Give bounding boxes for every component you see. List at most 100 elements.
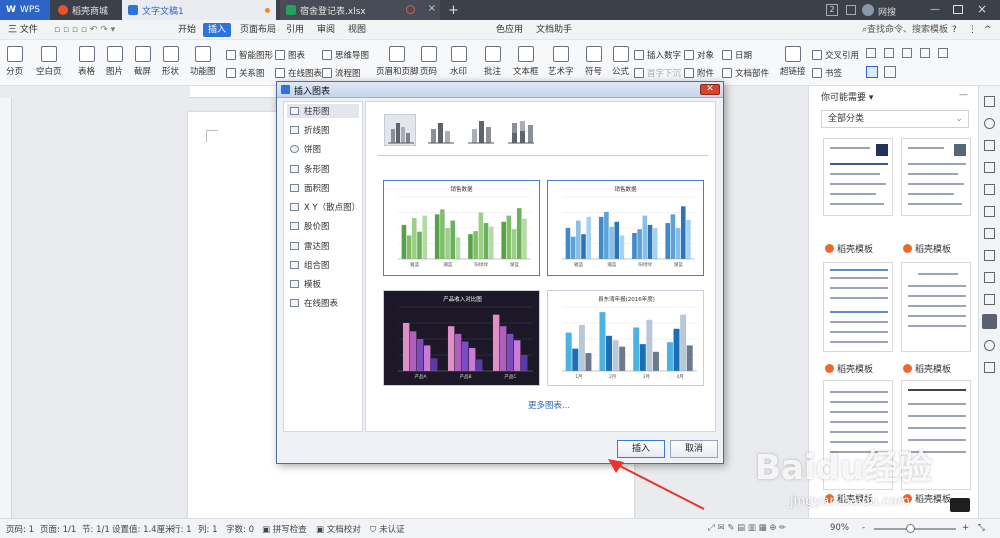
status-setting[interactable]: 设置值: 1.4厘米 (112, 523, 174, 535)
category-bar[interactable]: 条形图 (287, 162, 359, 176)
status-section[interactable]: 节: 1/1 (82, 523, 110, 535)
cert-status[interactable]: ⛉ 未认证 (370, 523, 405, 535)
template-label-2[interactable]: 稻壳模板 (903, 242, 951, 255)
tab-dorm-register[interactable]: 宿舍登记表.xlsx × (280, 0, 440, 20)
layout-b-icon[interactable] (884, 66, 896, 78)
category-radar[interactable]: 雷达图 (287, 239, 359, 253)
template-label-1[interactable]: 稻壳模板 (825, 242, 873, 255)
window-count-badge[interactable]: 2 (826, 4, 838, 16)
menu-start[interactable]: 开始 (178, 23, 196, 37)
properties-icon[interactable] (984, 162, 995, 173)
attachment-button[interactable]: 附件 (684, 67, 714, 79)
drop-cap-button[interactable]: 首字下沉 (634, 67, 681, 79)
vertical-ruler[interactable] (0, 98, 12, 518)
zoom-slider-handle[interactable] (906, 524, 915, 533)
align-icon[interactable] (884, 48, 894, 58)
watermark-button[interactable]: 水印 (450, 46, 467, 77)
menu-doc-assistant[interactable]: 文档助手 (536, 23, 572, 37)
bookmark-button[interactable]: 书签 (812, 67, 842, 79)
toolbar-quick-icons[interactable]: ▫ ▫ ▫ ▫ ↶ ↷ ▾ (54, 23, 115, 37)
limit-icon[interactable] (984, 272, 995, 283)
relation-chart-button[interactable]: 关系图 (226, 67, 265, 79)
blank-page-button[interactable]: 空白页 (36, 46, 62, 77)
status-row[interactable]: 行: 1 (172, 523, 191, 535)
mindmap-button[interactable]: 思维导图 (322, 49, 369, 61)
status-col[interactable]: 列: 1 (198, 523, 217, 535)
menu-view[interactable]: 视图 (348, 23, 366, 37)
doc-parts-button[interactable]: 文档部件 (722, 67, 769, 79)
spellcheck-button[interactable]: ▣ 拼写检查 (262, 523, 307, 535)
grid-icon[interactable] (866, 48, 876, 58)
rotate-icon[interactable] (920, 48, 930, 58)
more-icon[interactable]: ⋮ (968, 23, 977, 37)
category-pie[interactable]: 饼图 (287, 142, 359, 156)
object-button[interactable]: 对象 (684, 49, 714, 61)
zoom-level[interactable]: 90% (830, 523, 849, 533)
chart-thumb-blue[interactable]: 销售数据 雅蓝 瀚蓝 阳绿绿 湖蓝 (547, 180, 704, 276)
category-area[interactable]: 面积图 (287, 181, 359, 195)
template-thumb-3[interactable] (823, 262, 893, 352)
comment-button[interactable]: 批注 (484, 46, 501, 77)
subtype-percent-column[interactable] (464, 114, 496, 146)
function-chart-button[interactable]: 功能图 (190, 46, 216, 77)
menu-review[interactable]: 审阅 (317, 23, 335, 37)
chart-button[interactable]: 图表 (275, 49, 305, 61)
maximize-icon[interactable] (953, 5, 963, 14)
category-template[interactable]: 模板 (287, 277, 359, 291)
category-scatter[interactable]: X Y（散点图） (287, 200, 360, 214)
template-panel-toggle-icon[interactable] (982, 314, 997, 329)
image-icon[interactable] (984, 294, 995, 305)
symbol-button[interactable]: 符号 (585, 46, 602, 77)
paste-icon[interactable] (984, 184, 995, 195)
subtype-3d-column[interactable] (504, 114, 536, 146)
dialog-close-button[interactable]: ✕ (700, 84, 720, 95)
backup-icon[interactable] (984, 250, 995, 261)
zoom-in-button[interactable]: + (962, 523, 969, 533)
avatar[interactable] (862, 4, 874, 16)
fit-window-icon[interactable]: ⤡ (978, 523, 985, 533)
collapse-ribbon-icon[interactable]: ^ (984, 23, 992, 37)
tab-document-1[interactable]: 文字文稿1 (122, 0, 276, 20)
template-thumb-1[interactable] (823, 138, 893, 216)
category-online-chart[interactable]: 在线图表 (287, 296, 359, 310)
cross-ref-button[interactable]: 交叉引用 (812, 49, 859, 61)
zoom-slider-track[interactable] (874, 528, 956, 530)
minimize-icon[interactable]: — (930, 4, 940, 15)
date-button[interactable]: 日期 (722, 49, 752, 61)
category-line[interactable]: 折线图 (287, 123, 359, 137)
picture-button[interactable]: 图片 (106, 46, 123, 77)
table-button[interactable]: 表格 (78, 46, 95, 77)
header-footer-button[interactable]: 页眉和页脚 (376, 46, 419, 77)
template-thumb-4[interactable] (901, 262, 971, 352)
pin-icon[interactable] (984, 206, 995, 217)
menu-page-layout[interactable]: 页面布局 (240, 23, 276, 37)
template-label-3[interactable]: 稻壳模板 (825, 362, 873, 375)
help-icon[interactable]: ? (952, 23, 957, 37)
group-icon[interactable] (938, 48, 948, 58)
command-search[interactable]: ⌕查找命令、搜索模板 (862, 23, 948, 37)
shapes-icon[interactable] (984, 140, 995, 151)
textbox-button[interactable]: 文本框 (513, 46, 539, 77)
status-page-num[interactable]: 页码: 1 (6, 523, 34, 535)
user-name[interactable]: 网搜 (878, 5, 896, 18)
smart-graphic-button[interactable]: 智能图形 (226, 49, 273, 61)
category-column[interactable]: 柱形图 (287, 104, 359, 118)
category-stock[interactable]: 股价图 (287, 219, 359, 233)
shape-button[interactable]: 形状 (162, 46, 179, 77)
template-label-6[interactable]: 稻壳模板 (903, 492, 951, 505)
chart-thumb-green[interactable]: 销售数据 雅蓝 瀚蓝 阳绿绿 湖蓝 (383, 180, 540, 276)
subtype-clustered-column[interactable] (384, 114, 416, 146)
style-icon[interactable] (984, 118, 995, 129)
menu-features[interactable]: 色应用 (496, 23, 523, 37)
wordart-button[interactable]: 艺术字 (548, 46, 574, 77)
file-menu[interactable]: 三 文件 (8, 23, 38, 37)
wrap-icon[interactable] (902, 48, 912, 58)
share-icon[interactable] (984, 228, 995, 239)
menu-reference[interactable]: 引用 (286, 23, 304, 37)
subtype-stacked-column[interactable] (424, 114, 456, 146)
formula-button[interactable]: 公式 (612, 46, 629, 77)
new-tab-button[interactable]: + (442, 0, 462, 20)
chat-icon[interactable] (950, 498, 970, 512)
close-window-icon[interactable]: × (977, 2, 987, 16)
zoom-out-button[interactable]: - (862, 523, 865, 533)
